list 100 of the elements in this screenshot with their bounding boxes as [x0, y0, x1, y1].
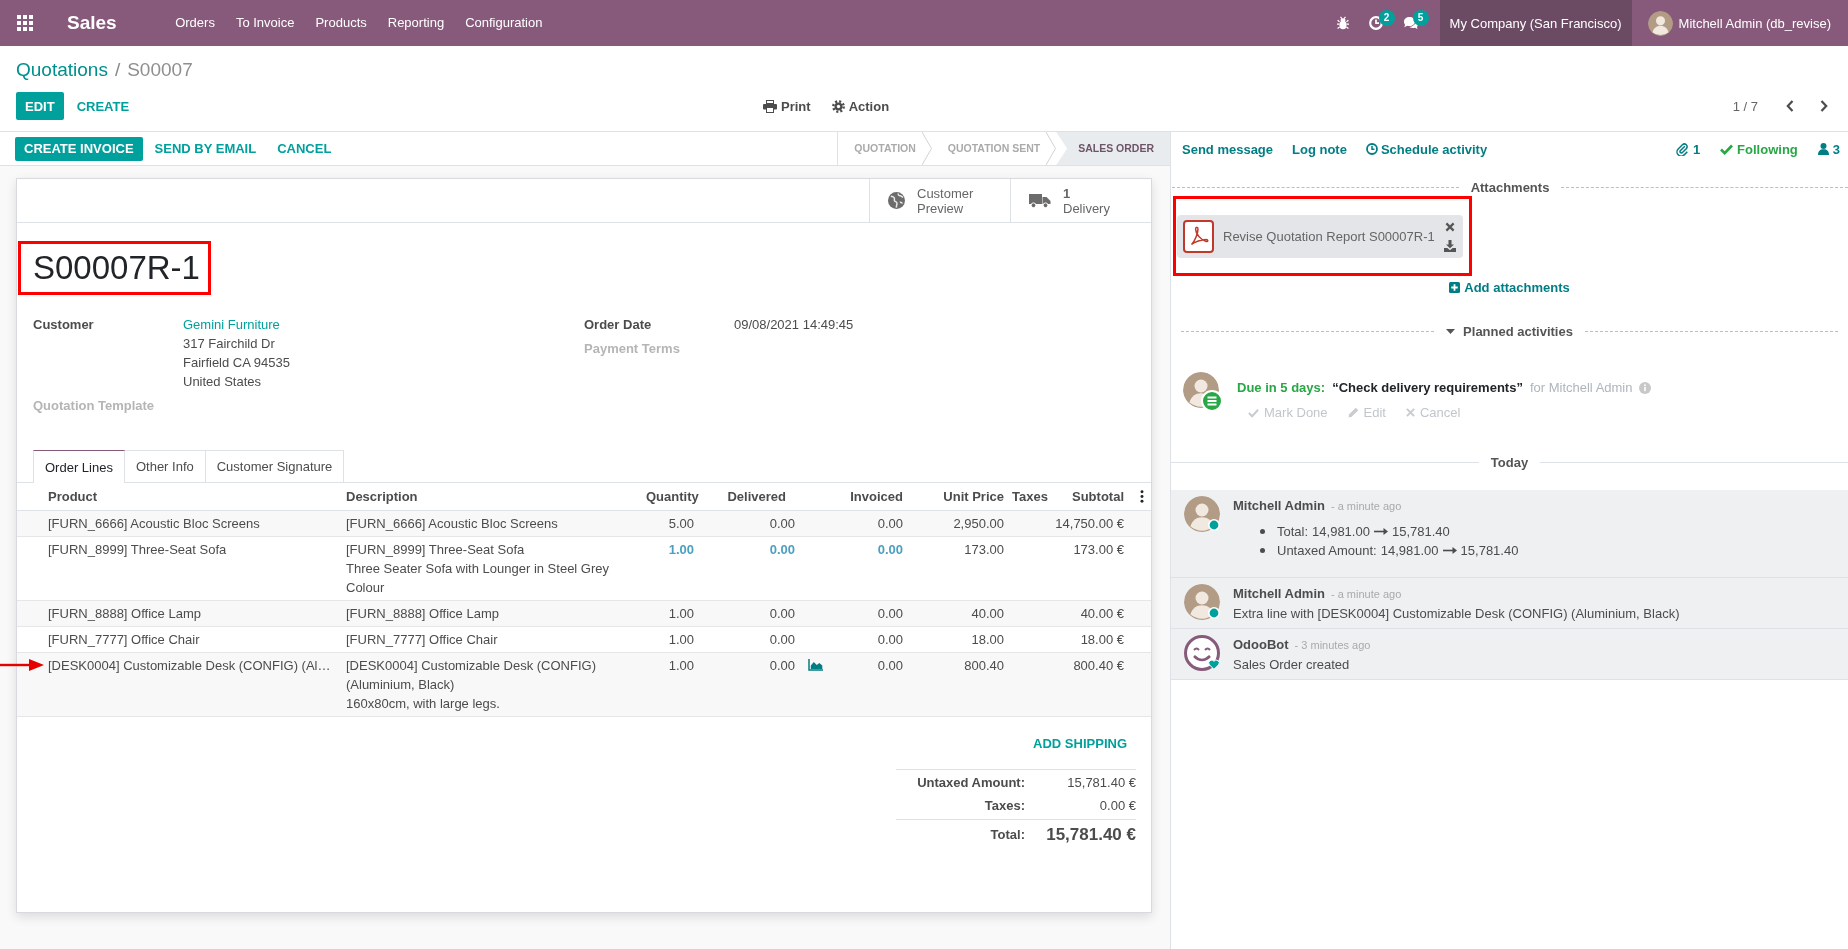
user-menu[interactable]: Mitchell Admin (db_revise) — [1631, 0, 1848, 46]
delivery-button[interactable]: 1 Delivery — [1010, 179, 1151, 222]
column-header[interactable]: Product — [17, 483, 338, 510]
table-cell: 5.00 — [638, 510, 702, 536]
clock-icon[interactable] — [1368, 16, 1383, 30]
table-cell: 0.00 — [831, 600, 911, 626]
message-count-badge: 5 — [1412, 10, 1429, 26]
message-body: Sales Order created — [1233, 656, 1351, 674]
pager-value: 1 / 7 — [1732, 97, 1758, 116]
tracking-new-value: 15,781.40 — [1391, 523, 1450, 541]
arrow-right-icon — [1373, 527, 1388, 536]
table-cell: 1.00 — [638, 600, 702, 626]
create-button[interactable]: CREATE — [67, 92, 139, 120]
check-icon — [1720, 143, 1734, 155]
customer-preview-button[interactable]: Customer Preview — [869, 179, 1010, 222]
menu-item[interactable]: Reporting — [377, 0, 455, 46]
plus-square-icon — [1449, 282, 1461, 293]
add-shipping-button[interactable]: ADD SHIPPING — [1033, 733, 1127, 753]
table-cell-text: [FURN_6666] Acoustic Bloc Screens — [346, 514, 558, 533]
chevron-right-icon[interactable] — [1820, 100, 1828, 112]
planned-activities-toggle[interactable]: Planned activities — [1446, 321, 1573, 341]
table-cell: 1.00 — [638, 536, 702, 600]
action-button[interactable]: Action — [831, 96, 890, 116]
column-options-icon[interactable] — [1139, 489, 1144, 503]
column-header[interactable]: Taxes — [1012, 483, 1050, 510]
total-label: Untaxed Amount: — [916, 773, 1025, 792]
date-separator: Today — [1490, 453, 1529, 472]
total-value: 0.00 € — [1098, 796, 1136, 815]
tracking-new-value: 15,781.40 — [1460, 542, 1519, 560]
menu-item[interactable]: Products — [304, 0, 378, 46]
customer-link[interactable]: Gemini Furniture — [183, 315, 280, 334]
status-stage[interactable]: SALES ORDER — [1056, 132, 1170, 165]
tab[interactable]: Order Lines — [33, 450, 125, 483]
clock-icon — [1365, 143, 1378, 155]
edit-button[interactable]: EDIT — [16, 92, 64, 120]
tracking-old-value: 14,981.00 — [1312, 523, 1370, 541]
table-cell: [DESK0004] Customizable Desk (CONFIG) (Al… — [48, 657, 331, 673]
activity-count-badge: 2 — [1378, 10, 1395, 26]
tracking-field: Untaxed Amount: — [1277, 541, 1377, 560]
company-switcher[interactable]: My Company (San Francisco) — [1439, 0, 1632, 46]
follow-button[interactable]: Following — [1720, 139, 1798, 159]
table-cell-text: [FURN_8999] Three-Seat Sofa Three Seater Sofa with Lounger in Steel Grey Colour — [346, 540, 611, 597]
column-header[interactable]: Unit Price — [911, 483, 1012, 510]
table-cell-text: [DESK0004] Customizable Desk (CONFIG) (Aluminium, Black) 160x80cm, with large legs. — [346, 656, 597, 713]
cancel-button[interactable]: CANCEL — [268, 136, 341, 161]
attachment-card[interactable]: Revise Quotation Report S00007R-1 — [1177, 215, 1463, 258]
table-cell: [FURN_8888] Office Lamp — [48, 605, 201, 621]
field-label: Order Date — [584, 316, 653, 334]
create-invoice-button[interactable]: CREATE INVOICE — [15, 136, 143, 161]
table-cell-text: 0.00 — [769, 630, 795, 649]
apps-menu-icon[interactable] — [17, 15, 33, 31]
menu-item[interactable]: Orders — [164, 0, 226, 46]
column-header[interactable]: Quantity — [638, 483, 702, 510]
download-icon[interactable] — [1443, 239, 1456, 252]
table-cell: 18.00 € — [1050, 626, 1132, 652]
app-name[interactable]: Sales — [67, 0, 117, 46]
bug-icon[interactable] — [1336, 16, 1349, 30]
column-header[interactable]: Invoiced — [831, 483, 911, 510]
section-title: Attachments — [1470, 178, 1550, 197]
menu-item[interactable]: To Invoice — [225, 0, 305, 46]
message-author[interactable]: Mitchell Admin — [1233, 584, 1325, 603]
schedule-activity-button[interactable]: Schedule activity — [1365, 139, 1488, 159]
add-attachments-link[interactable]: Add attachments — [1449, 278, 1570, 297]
gear-icon — [831, 99, 845, 113]
send-message-button[interactable]: Send message — [1182, 139, 1274, 159]
message-author[interactable]: Mitchell Admin — [1233, 496, 1325, 515]
check-icon — [1248, 407, 1259, 418]
message-body: Extra line with [DESK0004] Customizable Desk (CONFIG) (Aluminium, Black) — [1233, 605, 1680, 623]
chevron-left-icon[interactable] — [1786, 100, 1794, 112]
table-cell: 40.00 — [911, 600, 1012, 626]
breadcrumb-link[interactable]: Quotations — [16, 58, 108, 82]
pencil-icon — [1347, 407, 1359, 418]
attachments-count-button[interactable]: 1 — [1675, 139, 1701, 159]
message-date: - a minute ago — [1330, 587, 1402, 602]
table-cell: 40.00 € — [1050, 600, 1132, 626]
followers-button[interactable]: 3 — [1817, 139, 1840, 159]
stage-separator-icon — [921, 132, 932, 165]
table-cell: [FURN_7777] Office Chair — [48, 631, 200, 647]
truck-icon — [1029, 193, 1051, 208]
table-cell: 1.00 — [638, 652, 702, 716]
column-header[interactable]: Delivered — [702, 483, 831, 510]
field-label: Payment Terms — [584, 340, 681, 358]
table-cell: 1.00 — [638, 626, 702, 652]
user-avatar — [1647, 10, 1673, 36]
message-author[interactable]: OdooBot — [1233, 635, 1289, 654]
tab[interactable]: Customer Signature — [204, 450, 345, 482]
breadcrumb-separator: / — [114, 58, 121, 82]
column-header[interactable]: Subtotal — [1050, 483, 1132, 510]
message-date: - a minute ago — [1330, 499, 1402, 514]
log-note-button[interactable]: Log note — [1292, 139, 1347, 159]
area-chart-icon[interactable] — [808, 659, 823, 671]
send-by-email-button[interactable]: SEND BY EMAIL — [145, 136, 266, 161]
table-cell-text: 0.00 — [769, 540, 795, 559]
column-header[interactable]: Description — [338, 483, 638, 510]
field-value: 09/08/2021 14:49:45 — [734, 316, 855, 334]
menu-item[interactable]: Configuration — [454, 0, 553, 46]
print-button[interactable]: Print — [763, 96, 811, 116]
table-cell: [FURN_6666] Acoustic Bloc Screens — [48, 515, 260, 531]
field-label: Customer — [33, 316, 95, 334]
close-icon[interactable] — [1444, 221, 1455, 232]
